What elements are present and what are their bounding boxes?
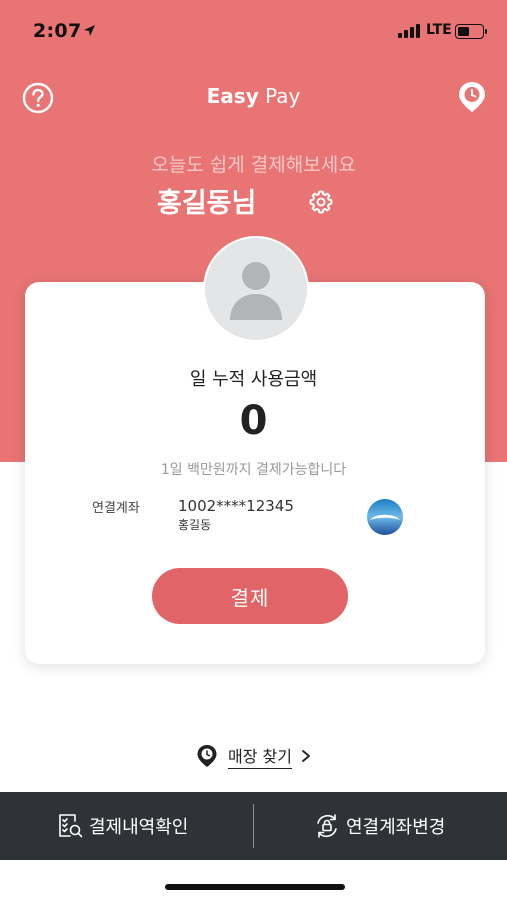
location-pin-icon[interactable] (455, 80, 489, 114)
status-bar: 2:07 LTE (0, 0, 507, 60)
account-number: 1002****12345 (178, 497, 294, 515)
receipt-search-icon (59, 814, 83, 838)
refresh-lock-icon (317, 814, 337, 838)
linked-account-label: 연결계좌 (92, 501, 140, 516)
chevron-right-icon (302, 750, 310, 762)
user-name: 홍길동님 (157, 188, 257, 219)
app-title-bold: Easy (206, 84, 259, 108)
change-account-label: 연결계좌변경 (346, 817, 446, 838)
change-account-button[interactable]: 연결계좌변경 (314, 812, 445, 840)
clock-pin-icon (197, 745, 217, 767)
account-holder: 홍길동 (178, 518, 212, 532)
daily-limit-note: 1일 백만원까지 결제가능합니다 (160, 462, 347, 478)
home-indicator[interactable] (165, 884, 345, 890)
gear-icon[interactable] (308, 189, 334, 215)
daily-usage-amount: 0 (239, 398, 268, 444)
easy-pay-screen: 2:07 LTE Easy Pay 오늘도 쉽게 결제해보세요 홍길동님 일 누… (0, 0, 507, 900)
user-silhouette-icon (203, 236, 309, 342)
location-arrow-icon (84, 25, 95, 36)
app-title: Easy Pay (0, 84, 507, 108)
bottom-action-bar: 결제내역확인 연결계좌변경 (0, 792, 507, 860)
pay-button[interactable]: 결제 (152, 568, 348, 624)
find-store-label: 매장 찾기 (228, 743, 292, 769)
status-time: 2:07 (33, 20, 82, 42)
bank-logo-icon (367, 499, 403, 535)
battery-icon (455, 24, 487, 39)
payment-history-label: 결제내역확인 (89, 817, 189, 838)
signal-bars-icon (398, 24, 420, 38)
network-type: LTE (426, 22, 452, 38)
payment-history-button[interactable]: 결제내역확인 (57, 812, 188, 840)
greeting-text: 오늘도 쉽게 결제해보세요 (151, 154, 356, 176)
daily-usage-label: 일 누적 사용금액 (189, 369, 318, 390)
bottom-divider (253, 804, 254, 848)
find-store-link[interactable]: 매장 찾기 (196, 742, 312, 770)
app-title-regular: Pay (265, 84, 301, 108)
